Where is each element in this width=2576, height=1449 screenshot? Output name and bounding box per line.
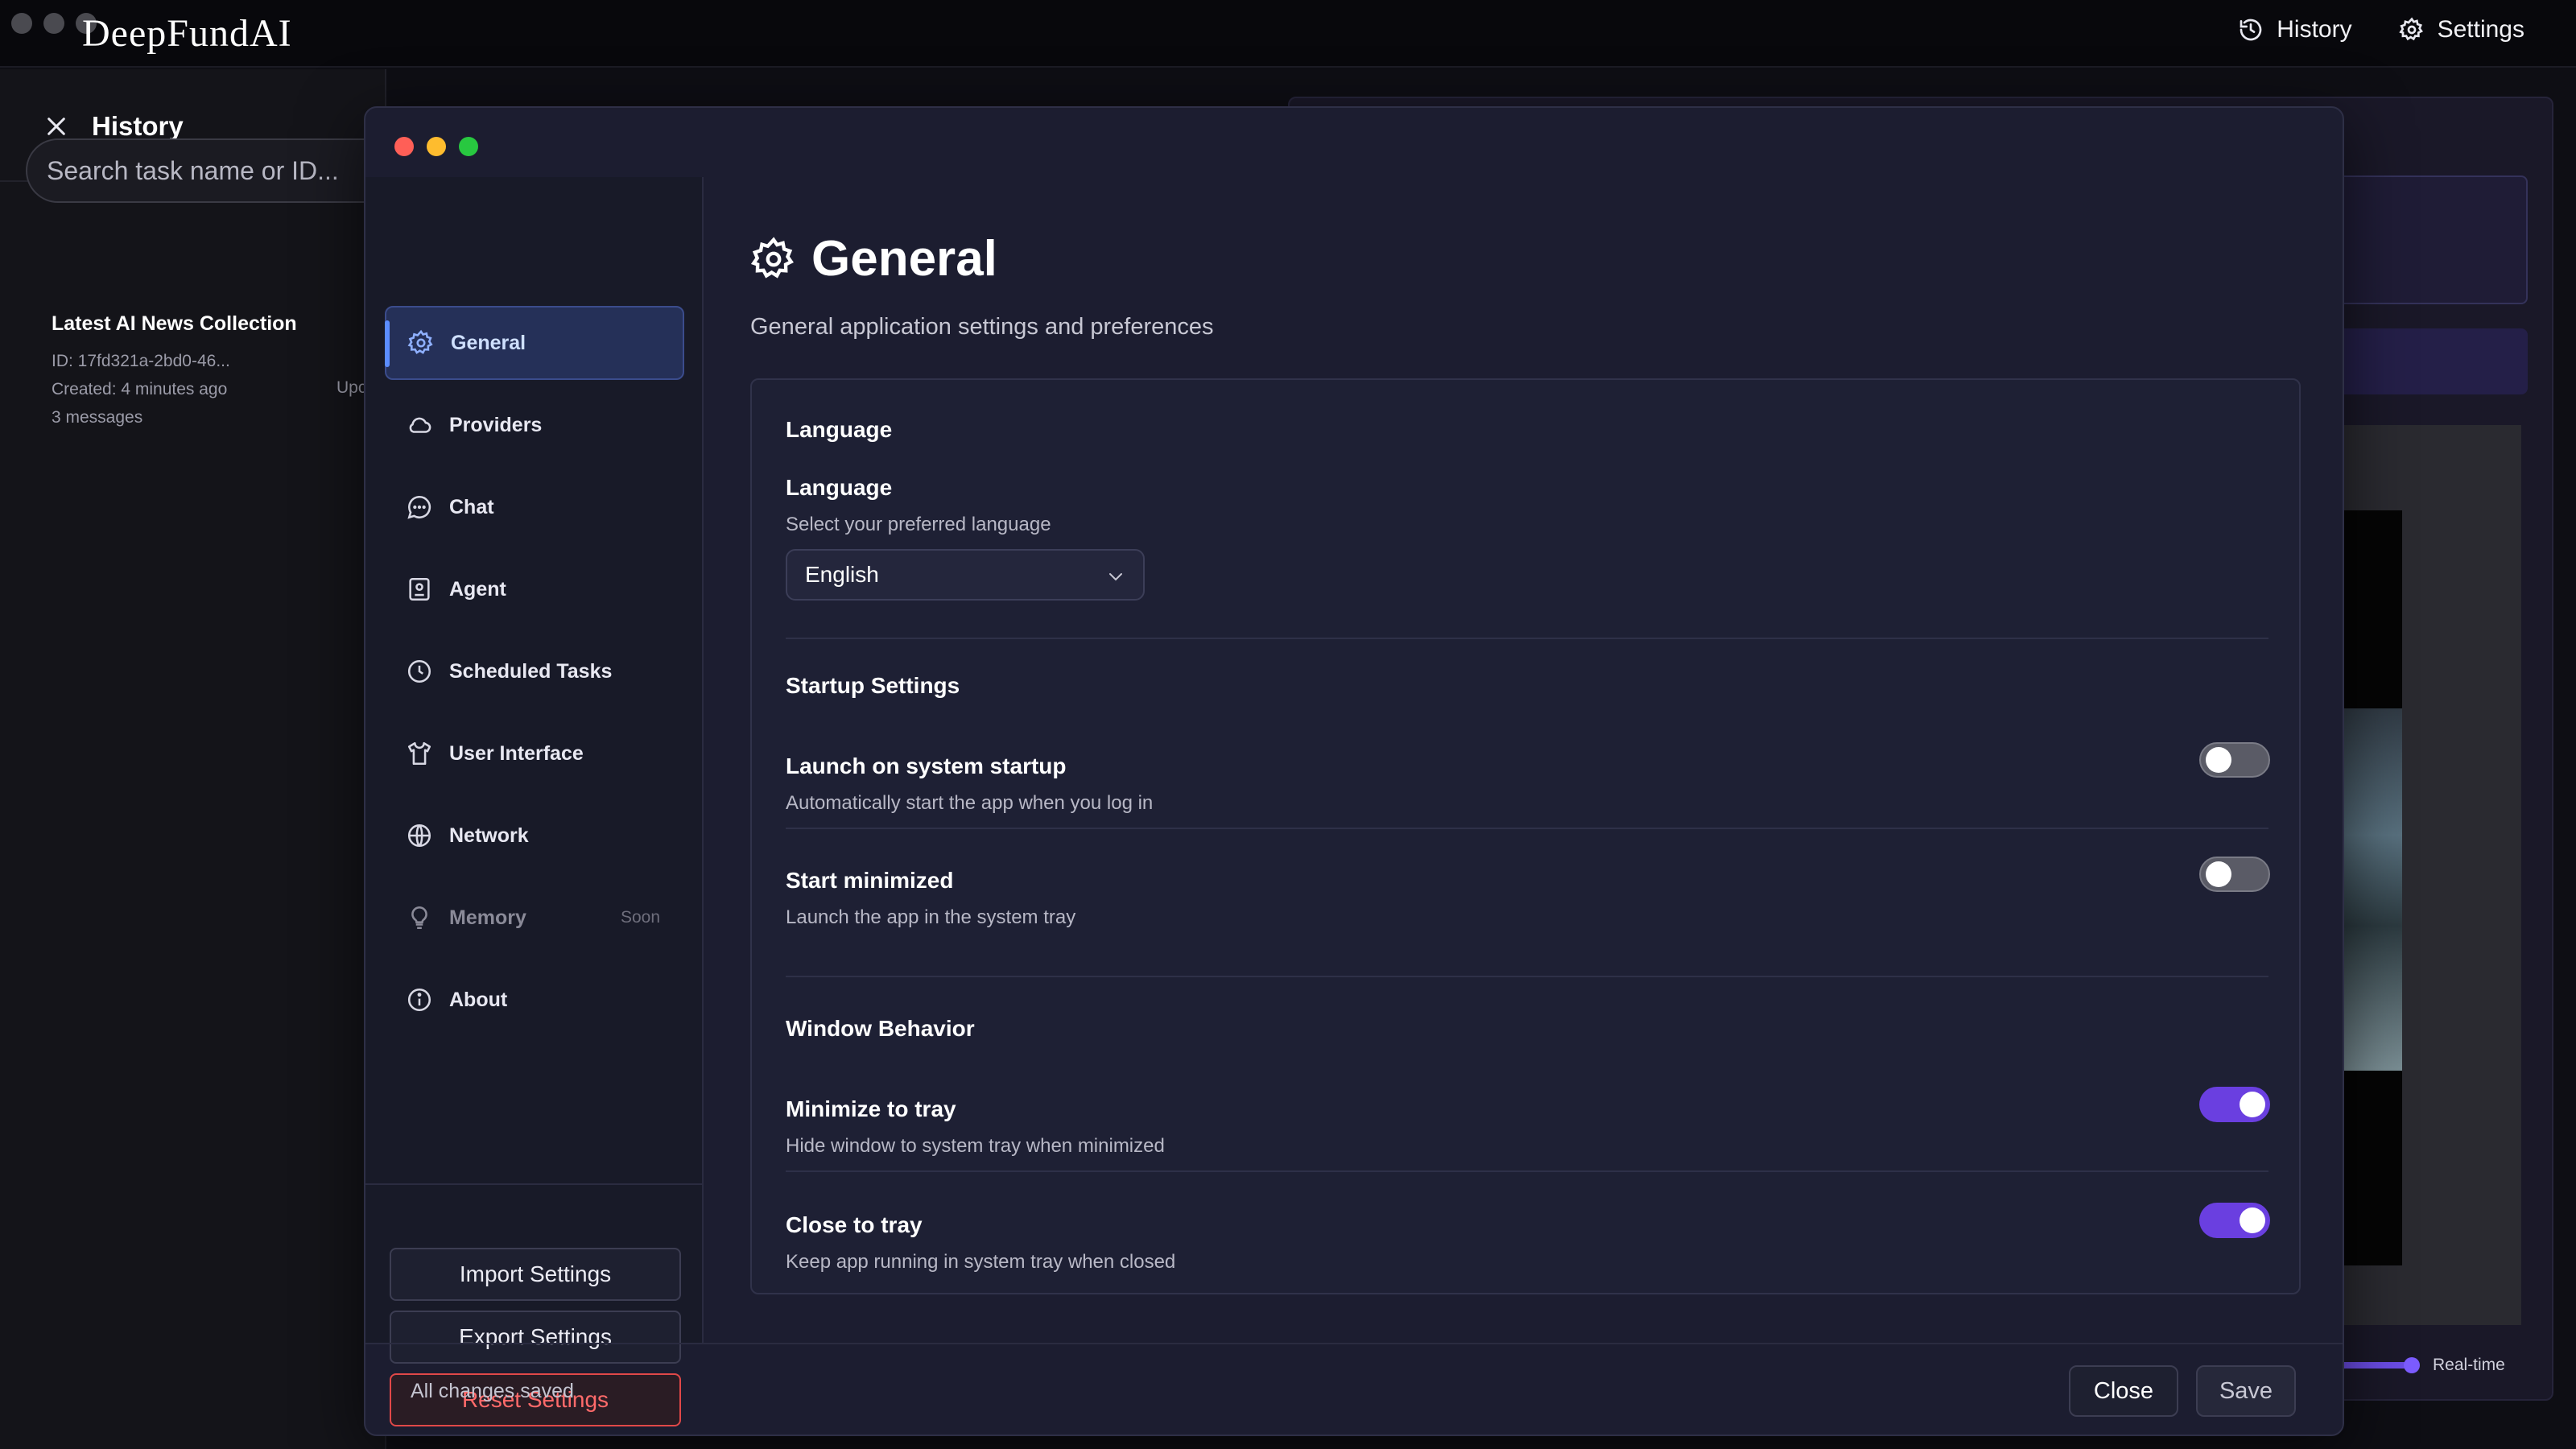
page-title-row: General [750,230,997,287]
minimize-to-tray-label: Minimize to tray [786,1096,956,1121]
nav-item-user-interface[interactable]: User Interface [385,716,684,791]
dialog-window-controls [394,137,478,156]
soon-badge: Soon [620,908,660,927]
section-divider [786,976,2268,977]
row-divider [786,828,2268,829]
history-item-updated: Upc [336,378,367,397]
minimize-to-tray-description: Hide window to system tray when minimize… [786,1135,1165,1157]
top-actions: History Settings [2238,16,2524,43]
launch-on-startup-label: Launch on system startup [786,753,1067,778]
nav-label: Scheduled Tasks [449,659,613,683]
import-settings-button[interactable]: Import Settings [390,1248,681,1301]
settings-button[interactable]: Settings [2398,16,2524,43]
settings-button-label: Settings [2437,16,2524,43]
nav-label: Network [449,824,529,847]
nav-label: Agent [449,577,506,601]
footer-divider [365,1343,2343,1344]
toggle-knob [2240,1208,2265,1233]
clock-icon [407,659,431,683]
window-minimize-dot[interactable] [43,13,64,34]
gear-icon [407,329,433,354]
nav-item-general[interactable]: General [385,306,684,380]
save-button[interactable]: Save [2196,1365,2296,1417]
toggle-knob [2206,747,2231,773]
cloud-icon [409,417,431,433]
app-brand: DeepFundAI [82,12,292,55]
realtime-slider-knob[interactable] [2404,1357,2420,1373]
section-heading-language: Language [786,417,893,442]
gear-icon [750,236,794,279]
close-button[interactable]: Close [2069,1365,2178,1417]
history-button-label: History [2277,16,2352,43]
settings-panel: Language Language Select your preferred … [750,378,2301,1294]
history-clock-icon [2240,19,2262,41]
lightbulb-icon [411,906,427,930]
language-select[interactable]: English [786,549,1145,601]
history-panel: History Latest AI News Collection ID: 17… [0,69,386,1449]
close-to-tray-label: Close to tray [786,1212,923,1237]
history-item-created: Created: 4 minutes ago [52,380,228,398]
nav-item-providers[interactable]: Providers [385,388,684,462]
toggle-knob [2206,861,2231,887]
language-description: Select your preferred language [786,514,1051,535]
dialog-minimize-dot[interactable] [427,137,446,156]
settings-sidebar: General Providers Chat Agent Scheduled T… [365,177,704,1426]
realtime-label: Real-time [2433,1356,2505,1374]
start-minimized-label: Start minimized [786,868,954,893]
row-divider [786,1170,2268,1172]
history-header: History [43,111,184,142]
export-settings-button[interactable]: Export Settings [390,1311,681,1364]
settings-dialog: General Providers Chat Agent Scheduled T… [364,106,2344,1436]
section-divider [786,638,2268,639]
dialog-close-dot[interactable] [394,137,414,156]
nav-item-network[interactable]: Network [385,799,684,873]
nav-item-agent[interactable]: Agent [385,552,684,626]
page-subtitle: General application settings and prefere… [750,314,1214,340]
chevron-down-icon [1109,573,1122,581]
globe-icon [407,824,431,848]
start-minimized-description: Launch the app in the system tray [786,906,1076,928]
close-icon[interactable] [43,114,69,139]
nav-item-memory: Memory Soon [385,881,684,955]
nav-item-chat[interactable]: Chat [385,470,684,544]
history-item-title: Latest AI News Collection [52,312,297,335]
nav-label: Providers [449,413,543,436]
launch-on-startup-toggle[interactable] [2199,742,2270,778]
nav-item-about[interactable]: About [385,963,684,1037]
history-button[interactable]: History [2238,16,2352,43]
shirt-icon [407,741,431,766]
realtime-slider-track[interactable] [2334,1362,2415,1368]
history-item-messages: 3 messages [52,408,143,427]
page-title: General [811,231,997,287]
history-title: History [92,111,184,141]
history-item-id: ID: 17fd321a-2bd0-46... [52,352,230,370]
nav-item-scheduled-tasks[interactable]: Scheduled Tasks [385,634,684,708]
nav-label: Memory [449,906,526,929]
start-minimized-toggle[interactable] [2199,857,2270,892]
history-list-item[interactable]: Latest AI News Collection ID: 17fd321a-2… [52,312,297,431]
nav-label: About [449,988,508,1011]
language-select-value: English [805,562,879,587]
save-status: All changes saved [411,1380,574,1402]
app-topbar: DeepFundAI History Settings [0,0,2576,68]
info-icon [407,988,431,1012]
section-heading-window-behavior: Window Behavior [786,1016,975,1041]
section-heading-startup: Startup Settings [786,673,960,698]
launch-on-startup-description: Automatically start the app when you log… [786,792,1154,814]
close-to-tray-description: Keep app running in system tray when clo… [786,1251,1176,1273]
agent-icon [409,577,430,601]
toggle-knob [2240,1092,2265,1117]
dialog-zoom-dot[interactable] [459,137,478,156]
minimize-to-tray-toggle[interactable] [2199,1087,2270,1122]
language-label: Language [786,475,893,500]
nav-label: User Interface [449,741,584,765]
chat-bubble-icon [407,495,431,519]
sidebar-divider [365,1183,704,1185]
nav-label: Chat [449,495,494,518]
nav-label: General [451,331,526,354]
settings-gear-icon [2398,17,2423,41]
window-close-dot[interactable] [11,13,32,34]
close-to-tray-toggle[interactable] [2199,1203,2270,1238]
